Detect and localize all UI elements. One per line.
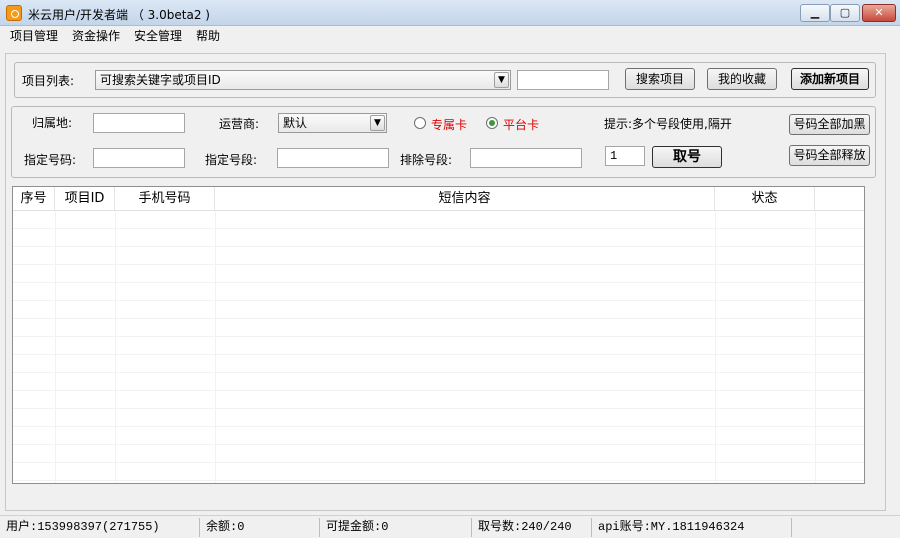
chevron-down-icon: ▼ — [494, 72, 509, 88]
chevron-down-icon: ▼ — [370, 115, 385, 131]
window-title: 米云用户/开发者端 （ 3.0beta2 ) — [28, 8, 210, 22]
table-column-divider — [715, 211, 716, 483]
table-row — [13, 427, 864, 445]
location-input[interactable] — [93, 113, 185, 133]
project-list-label: 项目列表: — [22, 74, 75, 88]
column-header-project-id[interactable]: 项目ID — [55, 187, 115, 211]
specify-segment-input[interactable] — [277, 148, 389, 168]
table-row — [13, 391, 864, 409]
title-bar: 米云用户/开发者端 （ 3.0beta2 ) ▁ ▢ ✕ — [0, 0, 900, 26]
table-row — [13, 355, 864, 373]
table-column-divider — [215, 211, 216, 483]
table-row — [13, 229, 864, 247]
table-row — [13, 247, 864, 265]
table-row — [13, 283, 864, 301]
menu-funds[interactable]: 资金操作 — [72, 27, 120, 44]
quantity-input[interactable]: 1 — [605, 146, 645, 166]
table-row — [13, 211, 864, 229]
table-column-divider — [55, 211, 56, 483]
release-all-button[interactable]: 号码全部释放 — [789, 145, 870, 166]
location-label: 归属地: — [32, 116, 73, 130]
radio-exclusive-card[interactable] — [414, 117, 426, 129]
specify-segment-label: 指定号段: — [205, 153, 258, 167]
status-fetched-count: 取号数:240/240 — [474, 518, 592, 537]
table-row — [13, 337, 864, 355]
favorites-button[interactable]: 我的收藏 — [707, 68, 777, 90]
menu-bar: 项目管理 资金操作 安全管理 帮助 — [0, 26, 900, 44]
close-button[interactable]: ✕ — [862, 4, 896, 22]
exclude-segment-input[interactable] — [470, 148, 582, 168]
hint-text: 提示:多个号段使用,隔开 — [604, 117, 732, 131]
minimize-button[interactable]: ▁ — [800, 4, 830, 22]
add-project-button[interactable]: 添加新项目 — [791, 68, 869, 90]
menu-security[interactable]: 安全管理 — [134, 27, 182, 44]
column-header-phone[interactable]: 手机号码 — [115, 187, 215, 211]
carrier-label: 运营商: — [219, 117, 260, 131]
radio-exclusive-label: 专属卡 — [431, 118, 468, 132]
menu-help[interactable]: 帮助 — [196, 27, 220, 44]
status-user: 用户:153998397(271755) — [2, 518, 200, 537]
project-search-input[interactable] — [517, 70, 609, 90]
table-row — [13, 373, 864, 391]
status-bar: 用户:153998397(271755) 余额:0 可提金额:0 取号数:240… — [0, 515, 900, 538]
table-row — [13, 265, 864, 283]
project-combo-value: 可搜索关键字或项目ID — [100, 73, 221, 87]
project-group: 项目列表: 可搜索关键字或项目ID ▼ 搜索项目 我的收藏 添加新项目 — [14, 62, 876, 98]
status-empty — [794, 518, 898, 537]
specify-number-input[interactable] — [93, 148, 185, 168]
sms-table[interactable]: 序号 项目ID 手机号码 短信内容 状态 — [12, 186, 865, 484]
carrier-combo[interactable]: 默认 ▼ — [278, 113, 387, 133]
status-api-account: api账号:MY.1811946324 — [594, 518, 792, 537]
status-balance: 余额:0 — [202, 518, 320, 537]
table-row — [13, 301, 864, 319]
specify-number-label: 指定号码: — [24, 153, 77, 167]
exclude-segment-label: 排除号段: — [400, 153, 453, 167]
table-header: 序号 项目ID 手机号码 短信内容 状态 — [13, 187, 864, 211]
project-combo[interactable]: 可搜索关键字或项目ID ▼ — [95, 70, 511, 90]
maximize-button[interactable]: ▢ — [830, 4, 860, 22]
radio-platform-card[interactable] — [486, 117, 498, 129]
column-header-index[interactable]: 序号 — [13, 187, 55, 211]
status-withdrawable: 可提金额:0 — [322, 518, 472, 537]
table-row — [13, 409, 864, 427]
radio-platform-label: 平台卡 — [503, 118, 540, 132]
blacklist-all-button[interactable]: 号码全部加黑 — [789, 114, 870, 135]
carrier-combo-value: 默认 — [283, 116, 308, 130]
table-column-divider — [815, 211, 816, 483]
menu-project-management[interactable]: 项目管理 — [10, 27, 58, 44]
table-row — [13, 319, 864, 337]
options-group: 归属地: 运营商: 默认 ▼ 专属卡 平台卡 提示:多个号段使用,隔开 号码全部… — [11, 106, 876, 178]
table-row — [13, 463, 864, 481]
get-number-button[interactable]: 取号 — [652, 146, 722, 168]
column-header-sms[interactable]: 短信内容 — [215, 187, 715, 211]
column-header-status[interactable]: 状态 — [715, 187, 815, 211]
table-column-divider — [115, 211, 116, 483]
main-panel: 项目列表: 可搜索关键字或项目ID ▼ 搜索项目 我的收藏 添加新项目 归属地:… — [5, 53, 886, 511]
app-logo-icon — [6, 5, 22, 21]
search-project-button[interactable]: 搜索项目 — [625, 68, 695, 90]
table-row — [13, 445, 864, 463]
column-header-filler — [815, 187, 864, 211]
